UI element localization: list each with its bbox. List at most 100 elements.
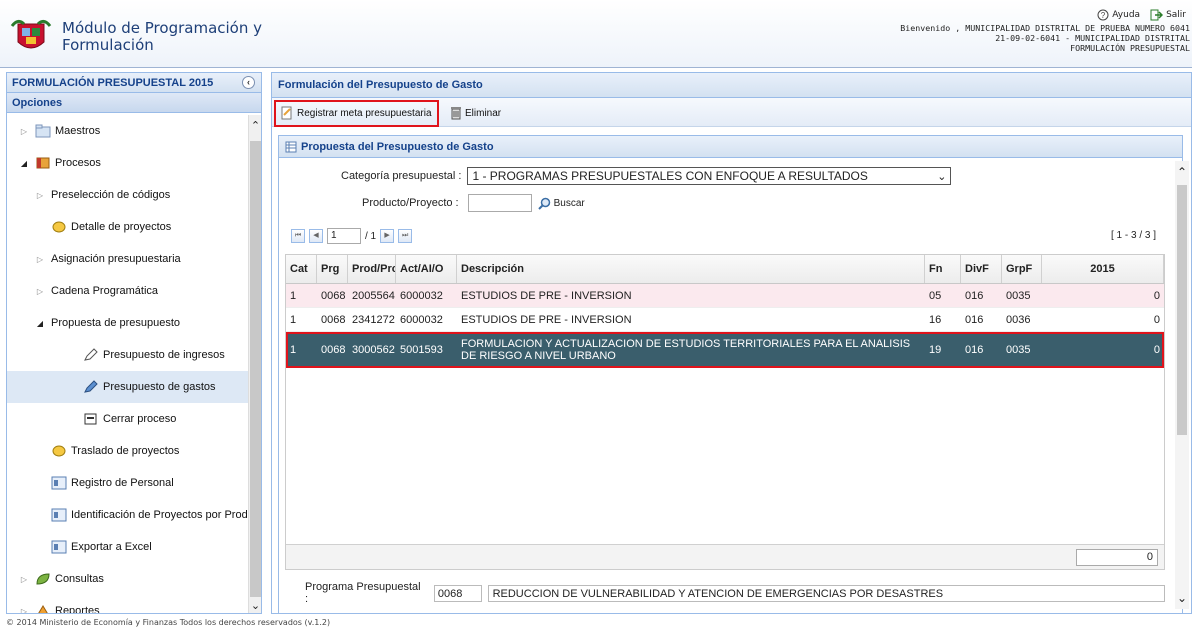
tree-item-presupuesto-gastos[interactable]: Presupuesto de gastos [7, 371, 249, 403]
cell-act: 5001593 [400, 343, 443, 356]
column-header-cat[interactable]: Cat [286, 255, 317, 283]
expand-arrow-icon[interactable]: ▷ [19, 607, 29, 614]
left-panel-scrollbar[interactable]: ⌃ ⌄ [248, 115, 261, 613]
search-button[interactable]: Buscar [537, 197, 585, 210]
panel-splitter[interactable] [262, 72, 270, 614]
budget-proposal-header: Propuesta del Presupuesto de Gasto [279, 136, 1182, 158]
app-title: Módulo de Programación y Formulación [62, 20, 262, 54]
search-label: Buscar [553, 197, 585, 209]
cell-fn: 19 [929, 343, 942, 356]
expand-arrow-icon[interactable]: ▷ [35, 191, 45, 200]
tree-item-label: Maestros [55, 125, 101, 137]
scroll-down-icon[interactable]: ⌄ [1175, 591, 1189, 605]
exit-label: Salir [1166, 10, 1186, 20]
table-row[interactable]: 1 0068 2341272 6000032 ESTUDIOS DE PRE -… [286, 308, 1164, 332]
column-header-act[interactable]: Act/AI/O [396, 255, 457, 283]
navigation-tree: ▷ Maestros ◢ Procesos ▷ Preselección de … [7, 115, 249, 614]
column-header-2015[interactable]: 2015 [1042, 255, 1164, 283]
categoria-select[interactable]: 1 - PROGRAMAS PRESUPUESTALES CON ENFOQUE… [467, 167, 952, 185]
tree-item-maestros[interactable]: ▷ Maestros [7, 115, 249, 147]
previous-page-icon[interactable]: ◀ [309, 229, 323, 243]
column-header-desc[interactable]: Descripción [457, 255, 925, 283]
column-header-prod[interactable]: Prod/Proy [348, 255, 396, 283]
tree-item-identificacion[interactable]: Identificación de Proyectos por Prod [7, 499, 249, 531]
help-icon: ? [1097, 9, 1109, 21]
producto-input[interactable] [467, 194, 532, 212]
first-page-icon[interactable]: ⏮ [291, 229, 305, 243]
categoria-row: Categoría presupuestal : 1 - PROGRAMAS P… [341, 167, 952, 185]
cell-prod: 3000562 [352, 343, 395, 356]
exit-icon [1150, 9, 1164, 21]
cell-prg: 0068 [321, 343, 346, 356]
cell-desc: ESTUDIOS DE PRE - INVERSION [461, 289, 632, 302]
left-navigation-panel: FORMULACIÓN PRESUPUESTAL 2015 ‹ Opciones… [6, 72, 262, 614]
tree-item-presupuesto-ingresos[interactable]: Presupuesto de ingresos [7, 339, 249, 371]
expand-arrow-icon[interactable]: ▷ [35, 255, 45, 264]
column-header-grpf[interactable]: GrpF [1002, 255, 1042, 283]
register-goal-button[interactable]: Registrar meta presupuestaria [280, 103, 432, 123]
expand-arrow-icon[interactable]: ▷ [19, 575, 29, 584]
pencil-icon [84, 380, 98, 393]
column-header-fn[interactable]: Fn [925, 255, 961, 283]
cell-cat: 1 [290, 289, 297, 302]
tree-item-exportar-excel[interactable]: Exportar a Excel [7, 531, 249, 563]
table-row-selected[interactable]: 1 0068 3000562 5001593 FORMULACION Y ACT… [286, 332, 1164, 368]
delete-button[interactable]: Eliminar [450, 103, 501, 123]
tree-item-propuesta[interactable]: ◢ Propuesta de presupuesto [7, 307, 249, 339]
tree-item-consultas[interactable]: ▷ Consultas [7, 563, 249, 595]
delete-label: Eliminar [465, 107, 502, 119]
tree-item-procesos[interactable]: ◢ Procesos [7, 147, 249, 179]
cell-fn: 05 [929, 289, 942, 302]
tree-item-label: Registro de Personal [71, 477, 174, 489]
programa-label: Programa Presupuestal : [305, 581, 421, 605]
budget-proposal-title: Propuesta del Presupuesto de Gasto [301, 140, 494, 153]
app-header: Módulo de Programación y Formulación ? A… [0, 0, 1192, 68]
pagination-bar: ⏮ ◀ 1 / 1 ▶ ⏭ [291, 226, 413, 246]
next-page-icon[interactable]: ▶ [380, 229, 395, 243]
tree-item-label: Cerrar proceso [103, 413, 177, 425]
producto-row: Producto/Proyecto : Buscar [362, 194, 585, 212]
left-panel-title: FORMULACIÓN PRESUPUESTAL 2015 [12, 77, 214, 89]
tree-item-label: Identificación de Proyectos por Prod [71, 509, 248, 521]
tree-item-asignacion[interactable]: ▷ Asignación presupuestaria [7, 243, 249, 275]
producto-label: Producto/Proyecto : [362, 197, 459, 209]
cell-act: 6000032 [400, 289, 443, 302]
tree-item-cerrar-proceso[interactable]: Cerrar proceso [7, 403, 249, 435]
column-header-divf[interactable]: DivF [961, 255, 1002, 283]
tree-item-detalle-proyectos[interactable]: Detalle de proyectos [7, 211, 249, 243]
expand-arrow-icon[interactable]: ▷ [35, 287, 45, 296]
user-entity: 21-09-02-6041 - MUNICIPALIDAD DISTRITAL [995, 33, 1190, 43]
cell-prod: 2005564 [352, 289, 395, 302]
cell-prod: 2341272 [352, 313, 395, 326]
tree-item-label: Presupuesto de ingresos [103, 349, 225, 361]
collapse-arrow-icon[interactable]: ◢ [35, 319, 45, 328]
programa-name-field: REDUCCION DE VULNERABILIDAD Y ATENCION D… [487, 584, 1165, 602]
scrollbar-thumb[interactable] [1177, 185, 1187, 435]
scroll-up-icon[interactable]: ⌃ [249, 119, 261, 133]
tree-item-label: Reportes [55, 605, 100, 614]
tree-item-label: Asignación presupuestaria [51, 253, 181, 265]
tree-item-reportes[interactable]: ▷ Reportes [7, 595, 249, 614]
collapse-arrow-icon[interactable]: ◢ [19, 159, 29, 168]
scrollbar-thumb[interactable] [250, 141, 261, 597]
app-title-line2: Formulación [62, 36, 154, 54]
grid-icon [285, 141, 297, 152]
help-label: Ayuda [1112, 10, 1141, 20]
last-page-icon[interactable]: ⏭ [398, 229, 413, 243]
programa-code-field: 0068 [433, 584, 482, 602]
table-row[interactable]: 1 0068 2005564 6000032 ESTUDIOS DE PRE -… [286, 284, 1164, 308]
expand-arrow-icon[interactable]: ▷ [19, 127, 29, 136]
scroll-up-icon[interactable]: ⌃ [1175, 165, 1189, 179]
tree-item-preseleccion[interactable]: ▷ Preselección de códigos [7, 179, 249, 211]
tree-item-cadena[interactable]: ▷ Cadena Programática [7, 275, 249, 307]
scroll-down-icon[interactable]: ⌄ [249, 599, 261, 613]
main-panel-scrollbar[interactable]: ⌃ ⌄ [1175, 161, 1189, 609]
tree-item-registro-personal[interactable]: Registro de Personal [7, 467, 249, 499]
page-number-input[interactable]: 1 [327, 228, 361, 244]
collapse-panel-icon[interactable]: ‹ [242, 76, 255, 89]
help-link[interactable]: ? Ayuda [1097, 9, 1140, 21]
exit-link[interactable]: Salir [1150, 9, 1186, 21]
column-header-prg[interactable]: Prg [317, 255, 348, 283]
tag-icon [52, 221, 66, 233]
tree-item-traslado[interactable]: Traslado de proyectos [7, 435, 249, 467]
